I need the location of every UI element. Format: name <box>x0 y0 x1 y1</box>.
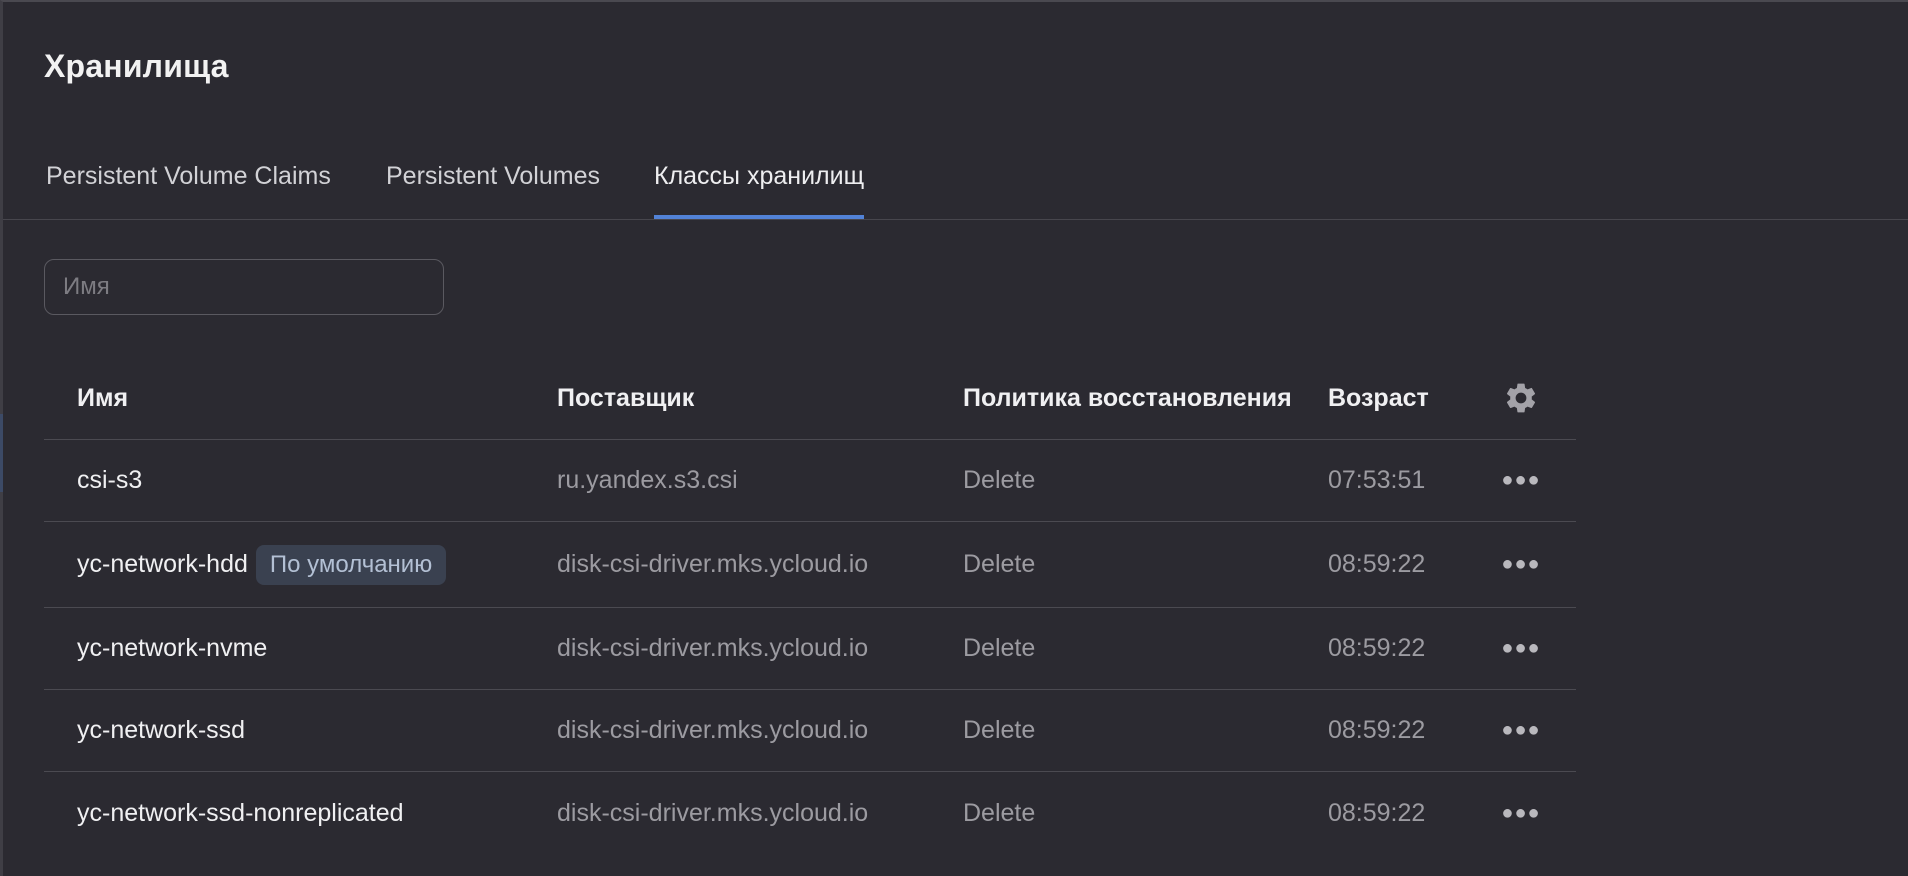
storage-class-name[interactable]: yc-network-ssd-nonreplicated <box>77 799 404 828</box>
gear-icon <box>1506 383 1536 413</box>
table-header: Имя Поставщик Политика восстановления Во… <box>44 357 1576 440</box>
row-actions-button[interactable]: ●●● <box>1496 522 1546 607</box>
tab-storage-classes[interactable]: Классы хранилищ <box>654 162 865 219</box>
table-settings-button[interactable] <box>1496 357 1546 439</box>
storage-class-name[interactable]: yc-network-ssd <box>77 716 245 745</box>
more-horizontal-icon: ●●● <box>1501 801 1541 824</box>
storage-class-name[interactable]: yc-network-nvme <box>77 634 267 663</box>
age-cell: 08:59:22 <box>1328 634 1426 662</box>
table-row[interactable]: csi-s3 ru.yandex.s3.csi Delete 07:53:51 … <box>44 440 1576 522</box>
storage-class-name[interactable]: yc-network-hdd <box>77 550 248 579</box>
page-title: Хранилища <box>44 48 229 84</box>
provisioner-cell: disk-csi-driver.mks.ycloud.io <box>557 798 869 827</box>
tab-persistent-volumes[interactable]: Persistent Volumes <box>386 162 600 219</box>
row-actions-button[interactable]: ●●● <box>1496 440 1546 521</box>
more-horizontal-icon: ●●● <box>1501 637 1541 659</box>
provisioner-cell: disk-csi-driver.mks.ycloud.io <box>557 550 869 578</box>
row-actions-button[interactable]: ●●● <box>1496 772 1546 854</box>
column-header-name[interactable]: Имя <box>77 357 128 439</box>
reclaim-policy-cell: Delete <box>963 716 1036 744</box>
tab-persistent-volume-claims[interactable]: Persistent Volume Claims <box>46 162 331 219</box>
more-horizontal-icon: ●●● <box>1501 553 1541 575</box>
column-header-age[interactable]: Возраст <box>1328 357 1429 439</box>
reclaim-policy-cell: Delete <box>963 634 1036 662</box>
age-cell: 08:59:22 <box>1328 798 1426 827</box>
row-actions-button[interactable]: ●●● <box>1496 608 1546 689</box>
provisioner-cell: disk-csi-driver.mks.ycloud.io <box>557 634 869 662</box>
row-actions-button[interactable]: ●●● <box>1496 690 1546 771</box>
table-row[interactable]: yc-network-nvme disk-csi-driver.mks.yclo… <box>44 608 1576 690</box>
name-filter-input[interactable] <box>44 259 444 315</box>
tab-bar: Persistent Volume Claims Persistent Volu… <box>3 152 1908 220</box>
table-row[interactable]: yc-network-hdd По умолчанию disk-csi-dri… <box>44 522 1576 608</box>
table-row[interactable]: yc-network-ssd-nonreplicated disk-csi-dr… <box>44 772 1576 854</box>
storage-class-name[interactable]: csi-s3 <box>77 466 142 495</box>
more-horizontal-icon: ●●● <box>1501 719 1541 741</box>
default-badge: По умолчанию <box>255 544 447 585</box>
storage-classes-table: Имя Поставщик Политика восстановления Во… <box>44 357 1576 854</box>
column-header-provisioner[interactable]: Поставщик <box>557 357 694 439</box>
provisioner-cell: disk-csi-driver.mks.ycloud.io <box>557 716 869 744</box>
age-cell: 07:53:51 <box>1328 466 1426 494</box>
column-header-reclaim-policy[interactable]: Политика восстановления <box>963 357 1292 439</box>
reclaim-policy-cell: Delete <box>963 798 1036 827</box>
table-row[interactable]: yc-network-ssd disk-csi-driver.mks.yclou… <box>44 690 1576 772</box>
age-cell: 08:59:22 <box>1328 550 1426 578</box>
side-accent <box>0 414 3 492</box>
storage-page: Хранилища Persistent Volume Claims Persi… <box>0 0 1908 876</box>
reclaim-policy-cell: Delete <box>963 550 1036 578</box>
age-cell: 08:59:22 <box>1328 716 1426 744</box>
provisioner-cell: ru.yandex.s3.csi <box>557 466 738 494</box>
reclaim-policy-cell: Delete <box>963 466 1036 494</box>
more-horizontal-icon: ●●● <box>1501 469 1541 491</box>
